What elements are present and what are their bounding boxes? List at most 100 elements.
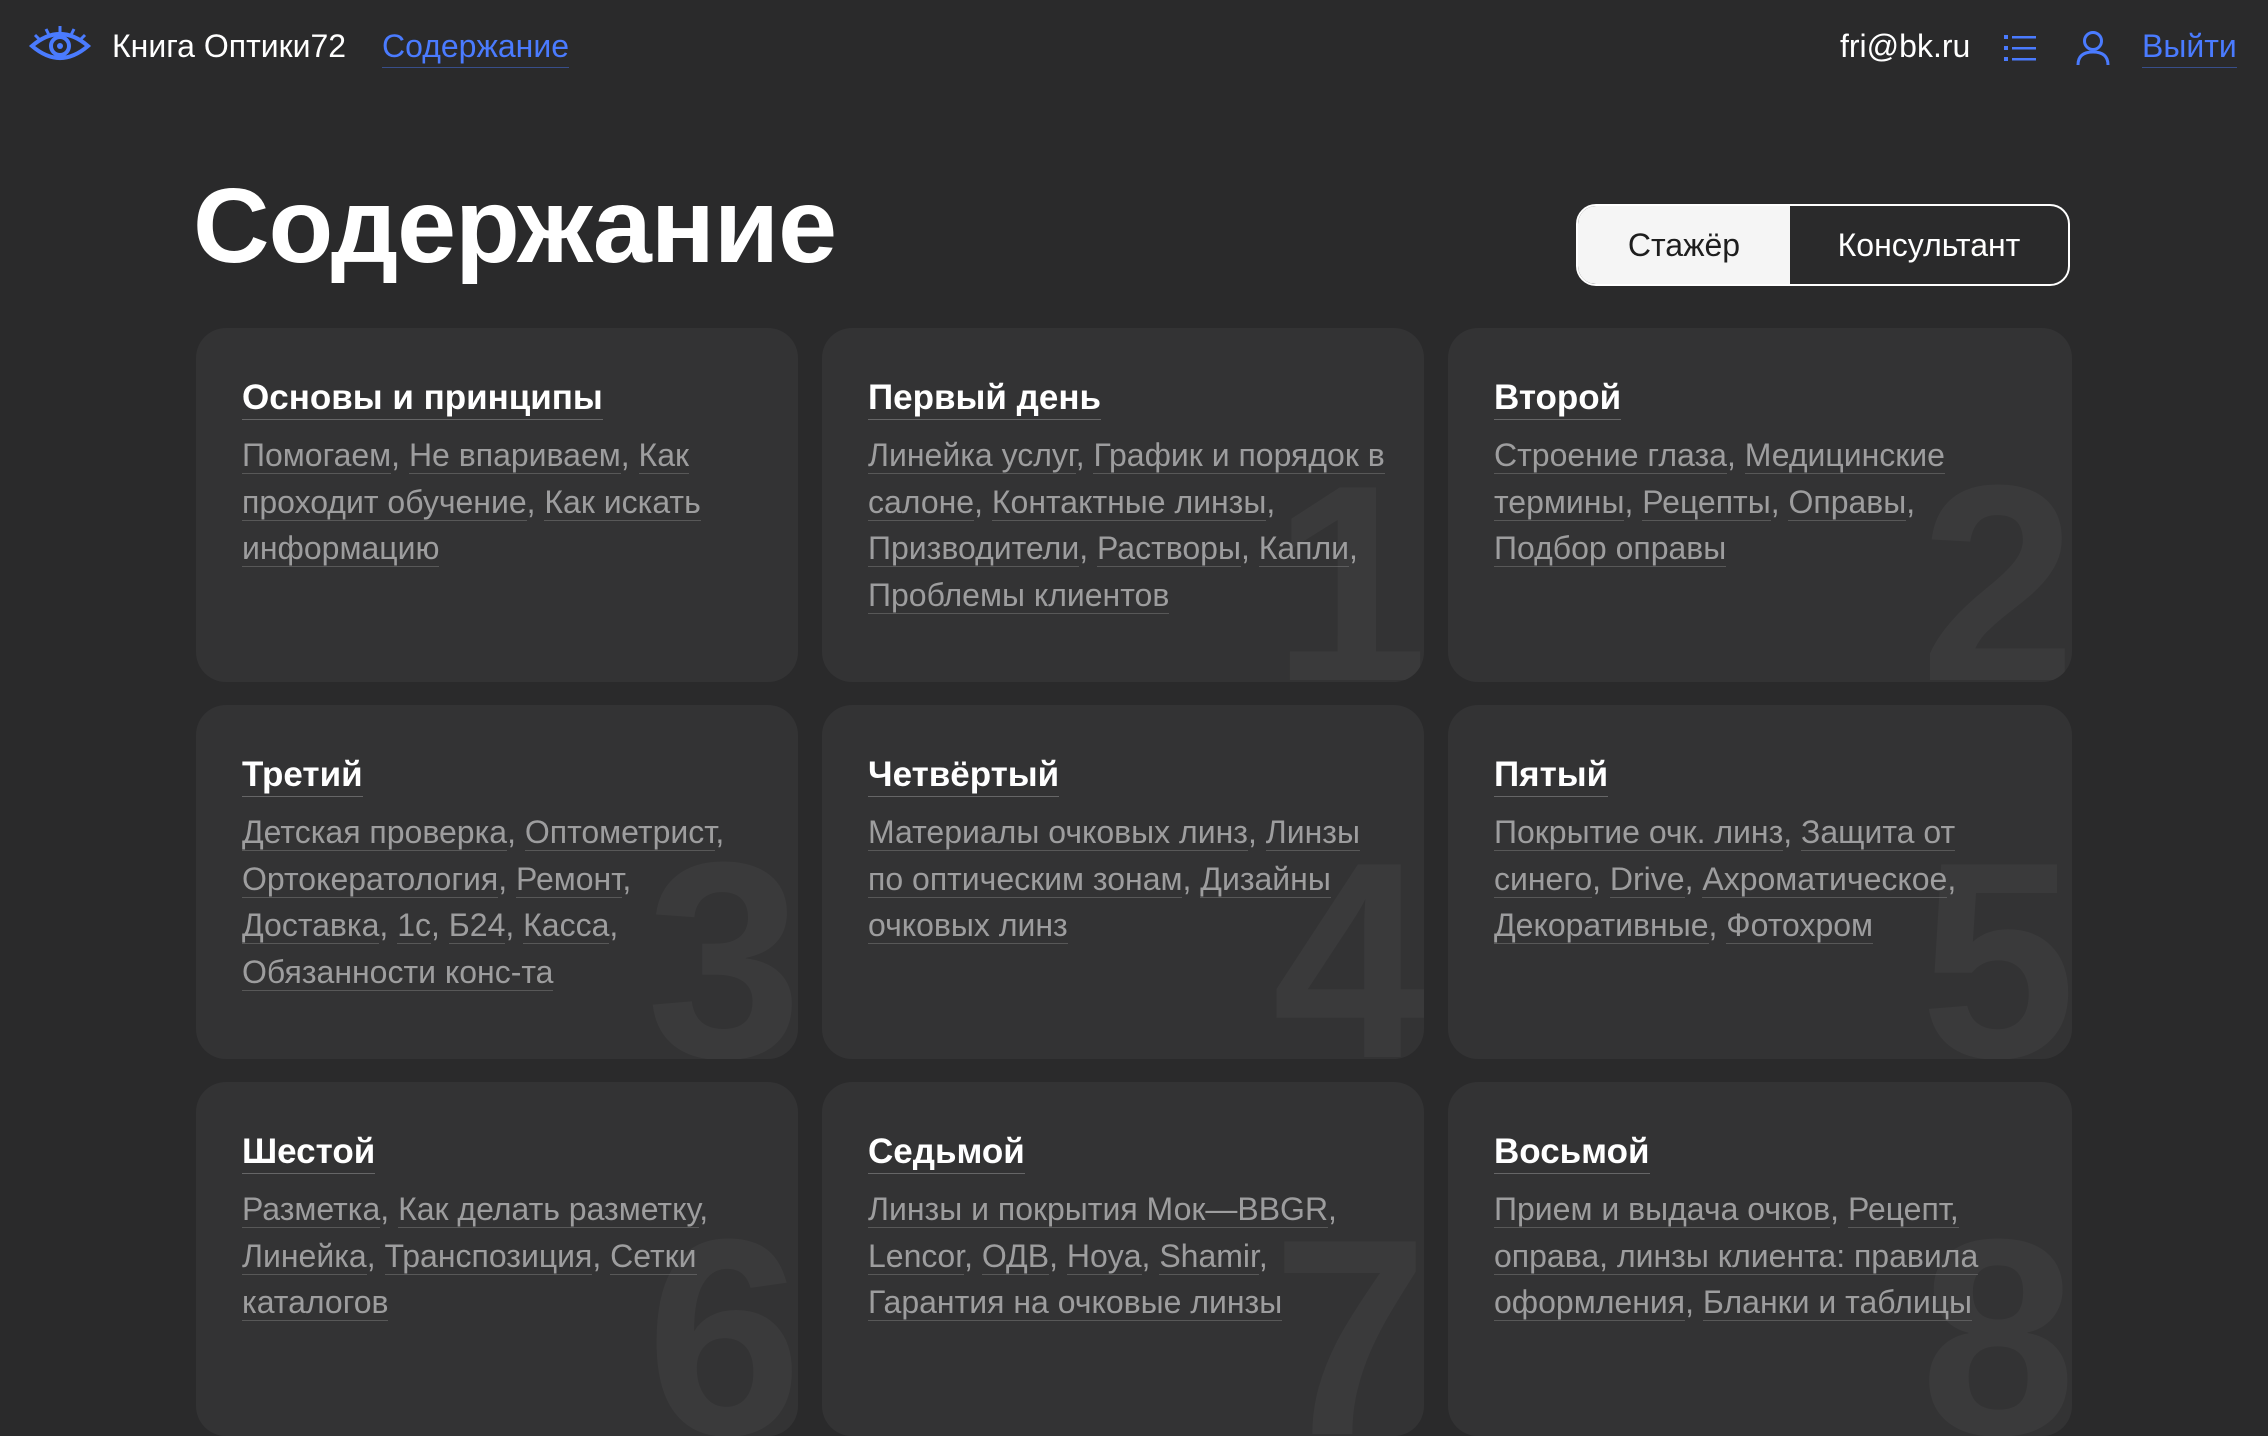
toggle-option-trainee[interactable]: Стажёр (1578, 206, 1790, 284)
link-separator: , (1770, 483, 1789, 520)
brand-name[interactable]: Книга Оптики72 (112, 28, 346, 65)
link-separator: , (380, 1191, 399, 1227)
topic-link[interactable]: Оправы (1788, 483, 1907, 521)
card-title[interactable]: Третий (242, 755, 363, 797)
topic-link[interactable]: Разметка (242, 1191, 381, 1228)
link-separator: , (609, 907, 619, 943)
link-separator: , (1624, 483, 1643, 520)
topic-link[interactable]: Призводители (868, 530, 1080, 567)
page-title: Содержание (193, 167, 837, 285)
link-separator: , (366, 1237, 385, 1274)
link-separator: , (1182, 860, 1201, 897)
topic-link[interactable]: Lencor (868, 1237, 965, 1275)
link-separator: , (1685, 1284, 1703, 1320)
topic-link[interactable]: Декоративные (1494, 907, 1709, 944)
topic-link[interactable]: Покрытие очк. линз (1494, 814, 1784, 851)
link-separator: , (1708, 907, 1727, 943)
topic-link[interactable]: Материалы очковых линз (868, 814, 1248, 851)
link-separator: , (1266, 483, 1276, 520)
topic-link[interactable]: Как делать разметку (398, 1191, 700, 1228)
section-card[interactable]: 7 Седьмой Линзы и покрытия Мок—BBGR, Lenco… (822, 1082, 1424, 1436)
topic-link[interactable]: Транспозиция (384, 1237, 593, 1275)
link-separator: , (620, 437, 639, 473)
topic-link[interactable]: Прием и выдача очков (1494, 1191, 1831, 1228)
topic-link[interactable]: Растворы (1096, 530, 1241, 567)
topic-link[interactable]: Подбор оправы (1494, 530, 1727, 567)
topic-link[interactable]: Фотохром (1726, 907, 1874, 944)
list-icon[interactable] (2004, 33, 2036, 63)
topic-link[interactable]: ОДВ (981, 1237, 1050, 1275)
card-links: Детская проверка, Оптометрист, Ортокерат… (242, 809, 772, 995)
link-separator: , (1141, 1237, 1160, 1274)
card-title[interactable]: Четвёртый (868, 755, 1060, 797)
section-card[interactable]: 3 Третий Детская проверка, Оптометрист, Ор… (196, 705, 798, 1059)
topic-link[interactable]: Ремонт (516, 860, 623, 898)
user-icon[interactable] (2076, 30, 2110, 66)
topic-link[interactable]: Hoya (1066, 1237, 1142, 1275)
section-card[interactable]: 4 Четвёртый Материалы очковых линз, Линзы … (822, 705, 1424, 1059)
section-card[interactable]: 8 Восьмой Прием и выдача очков, Рецепт, оп… (1448, 1082, 2072, 1436)
card-links: Разметка, Как делать разметку, Линейка, … (242, 1186, 772, 1326)
topic-link[interactable]: Линзы и покрытия Мок—BBGR (868, 1191, 1329, 1228)
section-card[interactable]: 5 Пятый Покрытие очк. линз, Защита от сине… (1448, 705, 2072, 1059)
link-separator: , (505, 907, 524, 943)
card-title[interactable]: Второй (1494, 378, 1622, 420)
topic-link[interactable]: Гарантия на очковые линзы (868, 1284, 1283, 1321)
link-separator: , (391, 437, 409, 473)
section-card[interactable]: 6 Шестой Разметка, Как делать разметку, Ли… (196, 1082, 798, 1436)
card-title[interactable]: Седьмой (868, 1132, 1025, 1174)
card-title[interactable]: Восьмой (1494, 1132, 1650, 1174)
link-separator: , (1247, 814, 1266, 850)
topic-link[interactable]: Ахроматическое (1702, 860, 1948, 898)
card-links: Прием и выдача очков, Рецепт, оправа, ли… (1494, 1186, 2024, 1326)
link-separator: , (699, 1191, 709, 1227)
topic-link[interactable]: Б24 (448, 907, 506, 944)
topic-link[interactable]: Доставка (242, 907, 380, 944)
link-separator: , (526, 483, 545, 520)
link-separator: , (622, 860, 632, 897)
topic-link[interactable]: Обязанности конс-та (242, 953, 554, 991)
link-separator: , (1592, 860, 1610, 897)
topic-link[interactable]: Линейка услуг (868, 437, 1076, 474)
link-separator: , (592, 1237, 611, 1274)
card-links: Линейка услуг, График и порядок в салоне… (868, 432, 1398, 618)
topic-link[interactable]: Проблемы клиентов (868, 576, 1170, 614)
topic-link[interactable]: Помогаем (242, 437, 392, 474)
topic-link[interactable]: Не впариваем (408, 437, 621, 474)
topic-link[interactable]: Капли (1258, 530, 1350, 567)
link-separator: , (964, 1237, 982, 1274)
topic-link[interactable]: Строение глаза (1494, 437, 1727, 474)
topic-link[interactable]: Рецепты (1642, 483, 1771, 521)
topic-link[interactable]: Касса (523, 907, 610, 944)
topic-link[interactable]: Shamir (1159, 1237, 1259, 1275)
card-title[interactable]: Основы и принципы (242, 378, 603, 420)
topic-link[interactable]: Оптометрист (524, 814, 716, 851)
topic-link[interactable]: Ортокератология (242, 860, 499, 898)
card-links: Покрытие очк. линз, Защита от синего, Dr… (1494, 809, 2024, 949)
card-title[interactable]: Пятый (1494, 755, 1609, 797)
topic-link[interactable]: 1с (397, 907, 431, 944)
logout-link[interactable]: Выйти (2142, 28, 2237, 68)
topic-link[interactable]: Детская проверка (242, 814, 508, 851)
link-separator: , (1783, 814, 1802, 850)
link-separator: , (507, 814, 525, 850)
toggle-option-consultant[interactable]: Консультант (1790, 206, 2068, 284)
topic-link[interactable]: Контактные линзы (991, 483, 1267, 521)
nav-contents-link[interactable]: Содержание (382, 28, 570, 68)
top-bar: Книга Оптики72 Содержание fri@bk.ru Выйт… (0, 0, 2268, 100)
topic-link[interactable]: Бланки и таблицы (1702, 1284, 1973, 1321)
section-card[interactable]: 2 Второй Строение глаза, Медицинские терми… (1448, 328, 2072, 682)
link-separator: , (1240, 530, 1259, 566)
section-card[interactable]: 1 Первый день Линейка услуг, График и поря… (822, 328, 1424, 682)
eye-logo-icon[interactable] (28, 24, 92, 66)
link-separator: , (1075, 437, 1094, 473)
user-email: fri@bk.ru (1840, 28, 1971, 64)
role-toggle[interactable]: Стажёр Консультант (1576, 204, 2070, 286)
link-separator: , (1830, 1191, 1848, 1227)
topic-link[interactable]: Линейка (242, 1237, 367, 1275)
card-title[interactable]: Шестой (242, 1132, 376, 1174)
section-card[interactable]: Основы и принципы Помогаем, Не впариваем,… (196, 328, 798, 682)
topic-link[interactable]: Drive (1609, 860, 1685, 898)
link-separator: , (1349, 530, 1358, 566)
card-title[interactable]: Первый день (868, 378, 1101, 420)
